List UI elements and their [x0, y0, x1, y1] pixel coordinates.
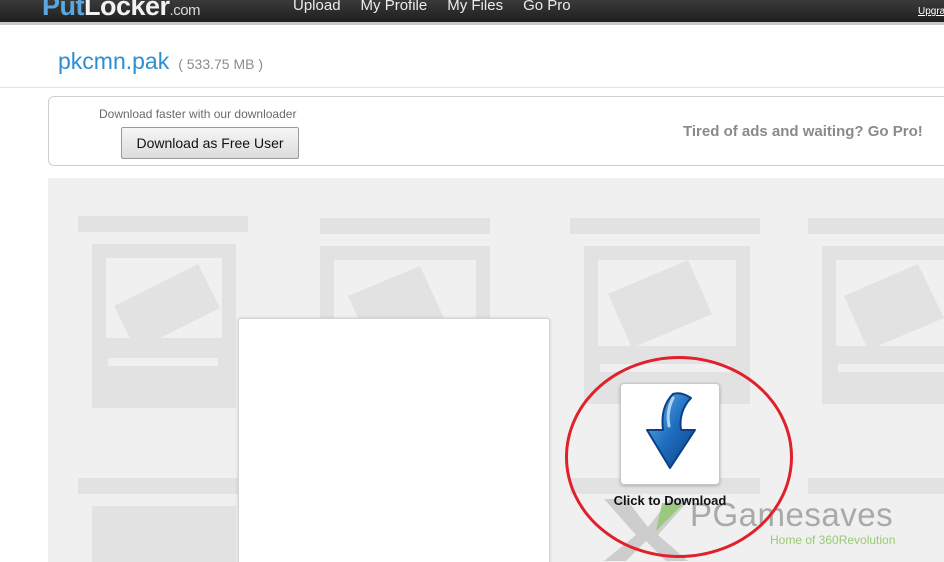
watermark-tagline: Home of 360Revolution	[770, 533, 896, 547]
file-size: ( 533.75 MB )	[178, 56, 264, 72]
nav-my-profile[interactable]: My Profile	[361, 0, 428, 16]
file-header: pkcmn.pak ( 533.75 MB )	[58, 48, 263, 75]
download-player-area: PGamesaves Home of 360Revolution Click t…	[48, 178, 944, 562]
upgrade-link[interactable]: Upgrade	[918, 6, 944, 18]
header-divider	[0, 87, 944, 88]
nav-go-pro[interactable]: Go Pro	[523, 0, 571, 16]
go-pro-promo[interactable]: Tired of ads and waiting? Go Pro!	[683, 123, 923, 140]
download-free-user-button[interactable]: Download as Free User	[121, 127, 299, 159]
download-options-box: Download faster with our downloader Down…	[48, 96, 944, 166]
ad-panel	[238, 318, 550, 562]
nav-my-files[interactable]: My Files	[447, 0, 503, 16]
file-name: pkcmn.pak	[58, 48, 170, 74]
top-navigation-bar: PutLocker.com Upload My Profile My Files…	[0, 0, 944, 25]
nav-upload[interactable]: Upload	[293, 0, 341, 16]
highlight-circle	[565, 356, 793, 558]
logo-put: Put	[42, 0, 85, 21]
logo-com: .com	[169, 2, 201, 19]
logo-locker: Locker	[84, 0, 170, 21]
putlocker-logo[interactable]: PutLocker.com	[42, 0, 200, 22]
main-nav: Upload My Profile My Files Go Pro	[293, 0, 571, 16]
downloader-caption: Download faster with our downloader	[99, 107, 297, 121]
